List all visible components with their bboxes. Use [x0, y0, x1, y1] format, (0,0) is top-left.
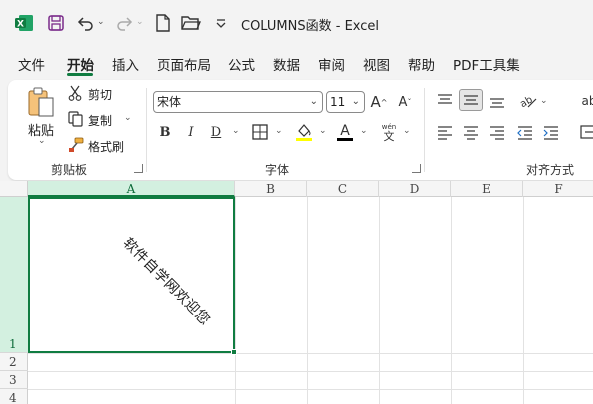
column-header-b[interactable]: B	[235, 181, 307, 197]
select-all-corner[interactable]	[0, 181, 28, 197]
redo-icon[interactable]	[113, 12, 135, 34]
bold-button[interactable]: B	[158, 123, 172, 141]
format-painter-icon[interactable]	[68, 137, 84, 153]
gridline	[307, 197, 308, 404]
phonetic-guide-icon[interactable]: wén 文	[380, 122, 398, 144]
alignment-group-label: 对齐方式	[526, 163, 575, 177]
column-header-e[interactable]: E	[451, 181, 523, 197]
orientation-icon[interactable]: ab	[518, 92, 538, 110]
font-dialog-launcher[interactable]	[412, 164, 421, 173]
cut-button[interactable]: 剪切	[88, 86, 112, 103]
group-separator	[424, 88, 425, 172]
gridline	[451, 197, 452, 404]
row-header-1[interactable]: 1	[0, 197, 28, 353]
tab-data[interactable]: 数据	[273, 54, 300, 74]
align-center-icon[interactable]	[462, 124, 480, 140]
excel-logo-icon: X	[13, 12, 35, 34]
tab-formulas[interactable]: 公式	[228, 54, 255, 74]
tab-home[interactable]: 开始	[67, 54, 94, 74]
svg-text:A: A	[340, 123, 350, 139]
font-name-value: 宋体	[157, 95, 182, 109]
align-left-icon[interactable]	[436, 124, 454, 140]
active-tab-indicator	[67, 73, 93, 76]
ribbon: 粘贴 ⌄ 剪切 复制 ⌄ 格式刷 剪贴板 宋体 ⌄ 11 ⌄ A ^ Aˇ B I…	[8, 80, 593, 180]
group-separator	[146, 88, 147, 172]
chevron-down-icon: ⌄	[351, 96, 360, 107]
format-painter-button[interactable]: 格式刷	[88, 138, 124, 155]
font-group-label: 字体	[265, 163, 290, 177]
increase-indent-icon[interactable]	[542, 124, 560, 140]
fill-color-icon[interactable]	[295, 122, 313, 142]
tab-file[interactable]: 文件	[18, 54, 45, 74]
increase-font-size-icon[interactable]: A ^	[370, 92, 388, 112]
tab-review[interactable]: 审阅	[318, 54, 345, 74]
tab-insert[interactable]: 插入	[112, 54, 139, 74]
open-folder-icon[interactable]	[180, 12, 202, 34]
row-header-3[interactable]: 3	[0, 371, 28, 389]
redo-dropdown-icon[interactable]: ⌄	[136, 17, 144, 27]
row-headers: 1 2 3 4	[0, 197, 28, 404]
align-right-icon[interactable]	[488, 124, 506, 140]
borders-dropdown-icon[interactable]: ⌄	[275, 126, 283, 136]
tab-page-layout[interactable]: 页面布局	[157, 54, 211, 74]
column-header-a[interactable]: A	[28, 181, 235, 197]
underline-dropdown-icon[interactable]: ⌄	[232, 126, 240, 136]
fill-handle[interactable]	[231, 349, 237, 355]
gridline	[523, 197, 524, 404]
clipboard-dialog-launcher[interactable]	[134, 164, 143, 173]
align-bottom-icon[interactable]	[488, 94, 506, 110]
paste-icon[interactable]	[26, 86, 56, 120]
merge-center-icon[interactable]	[580, 124, 593, 140]
font-name-select[interactable]: 宋体 ⌄	[153, 91, 323, 113]
align-top-icon[interactable]	[436, 92, 454, 108]
row-header-2[interactable]: 2	[0, 353, 28, 371]
undo-icon[interactable]	[75, 12, 97, 34]
undo-dropdown-icon[interactable]: ⌄	[97, 17, 105, 27]
chevron-down-icon: ⌄	[309, 96, 318, 107]
gridline	[28, 353, 593, 354]
tab-help[interactable]: 帮助	[408, 54, 435, 74]
row-header-4[interactable]: 4	[0, 389, 28, 404]
customize-toolbar-icon[interactable]	[210, 12, 232, 34]
decrease-font-size-icon[interactable]: Aˇ	[396, 92, 414, 112]
column-header-d[interactable]: D	[379, 181, 451, 197]
font-color-dropdown-icon[interactable]: ⌄	[360, 126, 368, 136]
copy-dropdown-icon[interactable]: ⌄	[124, 113, 132, 123]
italic-button[interactable]: I	[184, 123, 198, 141]
copy-icon[interactable]	[68, 111, 84, 127]
cut-icon[interactable]	[68, 85, 82, 101]
new-file-icon[interactable]	[152, 12, 174, 34]
tab-pdf-tools[interactable]: PDF工具集	[453, 54, 520, 74]
tab-view[interactable]: 视图	[363, 54, 390, 74]
worksheet-grid[interactable]: A B C D E F 1 2 3 4 软件自学网欢迎您	[0, 181, 593, 404]
gridline	[28, 371, 593, 372]
gridline	[379, 197, 380, 404]
clipboard-group-label: 剪贴板	[51, 163, 88, 177]
window-title: COLUMNS函数 - Excel	[241, 19, 380, 34]
copy-button[interactable]: 复制	[88, 112, 112, 129]
fill-color-dropdown-icon[interactable]: ⌄	[319, 126, 327, 136]
font-size-value: 11	[330, 95, 346, 109]
ribbon-tabs: 文件 开始 插入 页面布局 公式 数据 审阅 视图 帮助 PDF工具集	[0, 48, 593, 76]
underline-button[interactable]: D	[209, 123, 223, 141]
save-icon[interactable]	[45, 12, 67, 34]
font-color-icon[interactable]: A	[336, 122, 354, 142]
column-header-c[interactable]: C	[307, 181, 379, 197]
orientation-dropdown-icon[interactable]: ⌄	[540, 96, 548, 106]
font-size-select[interactable]: 11 ⌄	[326, 91, 365, 113]
svg-text:X: X	[17, 20, 24, 30]
align-middle-icon[interactable]	[459, 89, 483, 111]
phonetic-dropdown-icon[interactable]: ⌄	[403, 126, 411, 136]
column-header-f[interactable]: F	[523, 181, 593, 197]
borders-icon[interactable]	[252, 124, 268, 140]
wrap-text-icon[interactable]: ab	[579, 92, 593, 110]
gridline	[28, 389, 593, 390]
paste-dropdown-icon[interactable]: ⌄	[38, 136, 46, 146]
title-bar: X ⌄ ⌄ COLUMNS函数 - Excel	[0, 0, 593, 46]
column-headers: A B C D E F	[0, 181, 593, 197]
phonetic-bottom: 文	[383, 130, 395, 143]
decrease-indent-icon[interactable]	[516, 124, 534, 140]
gridline	[235, 197, 236, 404]
